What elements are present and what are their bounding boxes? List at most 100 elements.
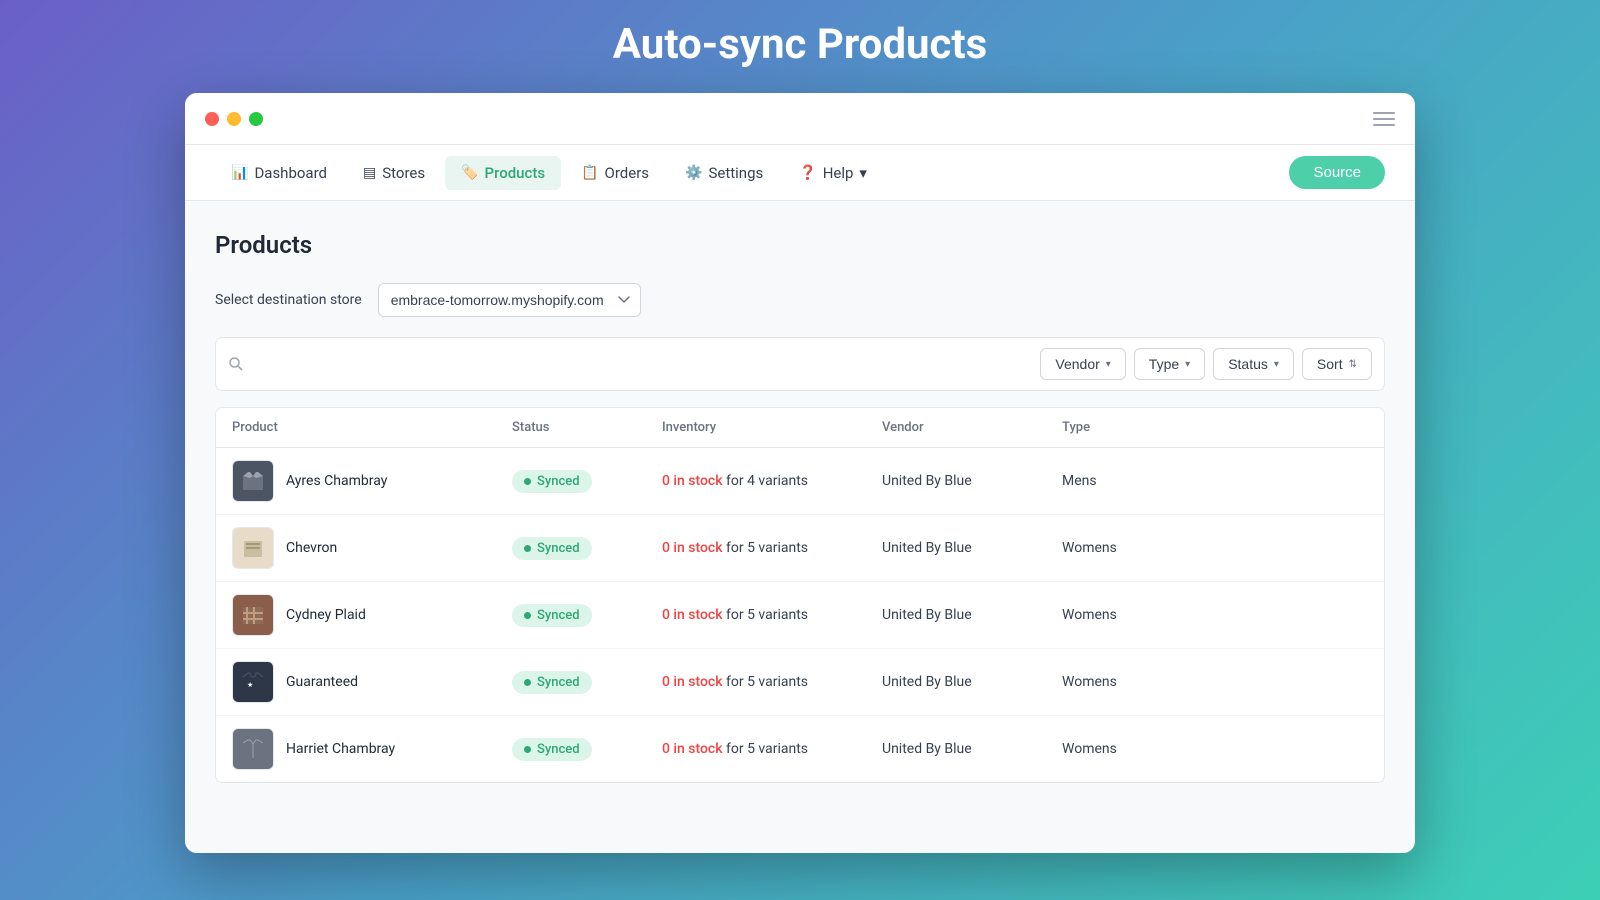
vendor-cell: United By Blue [882,540,1062,556]
table-row[interactable]: Chevron Synced 0 in stock for 5 variants… [216,515,1384,582]
synced-badge: Synced [512,604,592,627]
type-cell: Womens [1062,540,1162,556]
type-chevron-icon: ▾ [1185,359,1190,370]
type-filter-button[interactable]: Type ▾ [1134,348,1205,380]
nav-item-dashboard[interactable]: 📊 Dashboard [215,156,343,190]
main-content: Products Select destination store embrac… [185,201,1415,853]
product-cell: ★ Guaranteed [232,661,512,703]
search-input[interactable] [252,356,1032,372]
zero-stock: 0 in stock [662,607,723,623]
col-inventory: Inventory [662,420,882,435]
products-icon: 🏷️ [461,165,478,181]
nav-label-dashboard: Dashboard [254,164,327,182]
nav-label-settings: Settings [708,164,763,182]
table-row[interactable]: Cydney Plaid Synced 0 in stock for 5 var… [216,582,1384,649]
nav-item-products[interactable]: 🏷️ Products [445,156,561,190]
inventory-cell: 0 in stock for 5 variants [662,741,882,757]
products-page-title: Products [215,231,1385,259]
vendor-filter-label: Vendor [1055,356,1099,372]
synced-label: Synced [537,608,580,623]
inventory-rest: for 5 variants [723,674,808,690]
product-thumbnail: ★ [232,661,274,703]
nav-item-help[interactable]: ❓ Help ▾ [783,156,883,190]
product-thumbnail [232,460,274,502]
synced-label: Synced [537,675,580,690]
zero-stock: 0 in stock [662,741,723,757]
vendor-filter-button[interactable]: Vendor ▾ [1040,348,1125,380]
inventory-rest: for 5 variants [723,741,808,757]
maximize-button[interactable] [249,112,263,126]
nav-label-help: Help [823,164,854,182]
type-cell: Womens [1062,674,1162,690]
synced-badge: Synced [512,738,592,761]
product-cell: Cydney Plaid [232,594,512,636]
status-filter-label: Status [1228,356,1268,372]
product-name: Ayres Chambray [286,473,387,489]
synced-badge: Synced [512,470,592,493]
sort-button[interactable]: Sort ⇅ [1302,348,1372,380]
table-row[interactable]: Harriet Chambray Synced 0 in stock for 5… [216,716,1384,782]
table-row[interactable]: ★ Guaranteed Synced 0 in stock for 5 var… [216,649,1384,716]
synced-label: Synced [537,742,580,757]
help-icon: ❓ [799,165,816,181]
synced-dot [524,478,531,485]
status-filter-button[interactable]: Status ▾ [1213,348,1294,380]
product-thumbnail [232,728,274,770]
col-vendor: Vendor [882,420,1062,435]
col-status: Status [512,420,662,435]
sort-chevron-icon: ⇅ [1349,359,1357,370]
hamburger-menu-icon[interactable] [1373,112,1395,126]
synced-dot [524,746,531,753]
vendor-cell: United By Blue [882,473,1062,489]
nav-label-orders: Orders [605,164,650,182]
nav-item-settings[interactable]: ⚙️ Settings [669,156,779,190]
type-cell: Womens [1062,741,1162,757]
col-type: Type [1062,420,1162,435]
synced-dot [524,679,531,686]
app-window: 📊 Dashboard ▤ Stores 🏷️ Products 📋 Order… [185,93,1415,853]
table-row[interactable]: Ayres Chambray Synced 0 in stock for 4 v… [216,448,1384,515]
zero-stock: 0 in stock [662,674,723,690]
vendor-cell: United By Blue [882,741,1062,757]
product-cell: Harriet Chambray [232,728,512,770]
type-cell: Womens [1062,607,1162,623]
status-cell: Synced [512,738,662,761]
close-button[interactable] [205,112,219,126]
nav-item-orders[interactable]: 📋 Orders [565,156,665,190]
inventory-rest: for 4 variants [723,473,808,489]
synced-badge: Synced [512,671,592,694]
svg-text:★: ★ [247,681,253,689]
type-cell: Mens [1062,473,1162,489]
vendor-cell: United By Blue [882,607,1062,623]
filter-bar: Vendor ▾ Type ▾ Status ▾ Sort ⇅ [215,337,1385,391]
zero-stock: 0 in stock [662,473,723,489]
product-thumbnail [232,527,274,569]
synced-dot [524,545,531,552]
nav-item-stores[interactable]: ▤ Stores [347,156,441,190]
nav-bar: 📊 Dashboard ▤ Stores 🏷️ Products 📋 Order… [185,145,1415,201]
store-select-row: Select destination store embrace-tomorro… [215,283,1385,317]
status-cell: Synced [512,537,662,560]
store-select-label: Select destination store [215,292,362,308]
minimize-button[interactable] [227,112,241,126]
help-chevron-icon: ▾ [859,164,867,182]
source-button[interactable]: Source [1289,156,1385,189]
sort-label: Sort [1317,356,1343,372]
store-select-dropdown[interactable]: embrace-tomorrow.myshopify.com [378,283,641,317]
stores-icon: ▤ [363,165,376,181]
page-title: Auto-sync Products [613,20,987,69]
orders-icon: 📋 [581,165,598,181]
vendor-chevron-icon: ▾ [1106,359,1111,370]
product-thumbnail [232,594,274,636]
table-header: Product Status Inventory Vendor Type [216,408,1384,448]
window-controls [205,112,263,126]
status-cell: Synced [512,470,662,493]
product-cell: Chevron [232,527,512,569]
product-cell: Ayres Chambray [232,460,512,502]
inventory-rest: for 5 variants [723,540,808,556]
dashboard-icon: 📊 [231,165,248,181]
products-table: Product Status Inventory Vendor Type [215,407,1385,783]
product-name: Cydney Plaid [286,607,366,623]
vendor-cell: United By Blue [882,674,1062,690]
inventory-cell: 0 in stock for 5 variants [662,674,882,690]
